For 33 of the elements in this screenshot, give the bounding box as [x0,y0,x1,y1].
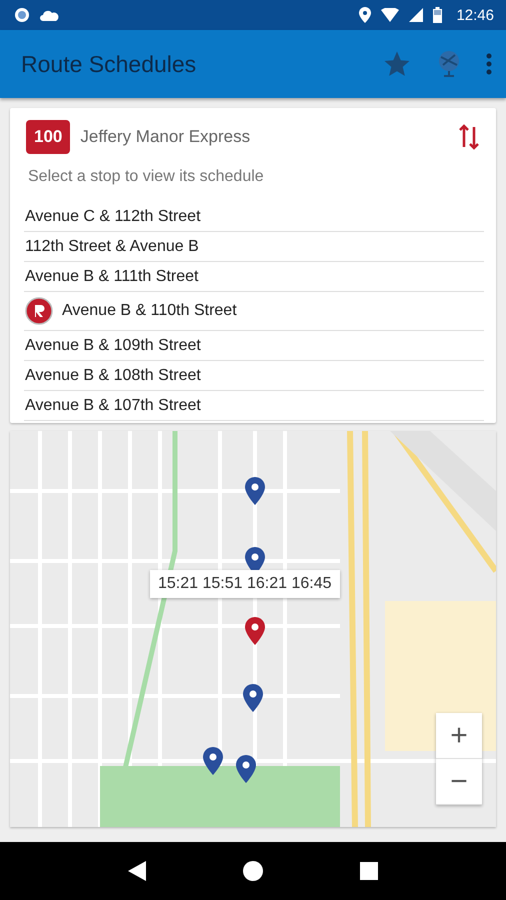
map-pin-icon[interactable] [236,755,256,783]
circle-icon [14,7,30,23]
map-pin-icon[interactable] [245,477,265,505]
swap-icon[interactable] [458,123,480,151]
stop-row[interactable]: Avenue B & 109th Street [24,331,484,361]
stop-row[interactable]: Avenue C & 112th Street [24,202,484,232]
more-icon[interactable] [486,53,492,75]
schedule-popup: 15:21 15:51 16:21 16:45 [150,570,340,598]
stop-row[interactable]: Avenue B & 111th Street [24,262,484,292]
map-pin-icon[interactable] [245,617,265,645]
screen-title: Route Schedules [21,50,198,78]
cloud-icon [40,9,60,21]
route-number: 100 [26,120,70,154]
route-marker-icon [25,297,53,325]
stop-row[interactable]: Avenue B & 107th Street [24,391,484,421]
signal-icon [409,8,424,22]
hint-text: Select a stop to view its schedule [28,168,265,186]
zoom-in-button[interactable]: + [436,713,482,759]
recents-icon[interactable] [360,862,378,880]
route-name: Jeffery Manor Express [80,127,252,147]
stop-row[interactable]: 112th Street & Avenue B [24,232,484,262]
stop-row[interactable]: Avenue B & 108th Street [24,361,484,391]
star-icon[interactable] [382,49,412,79]
stop-row[interactable]: Avenue B & 110th Street [24,292,484,331]
battery-icon [433,7,442,23]
zoom-out-button[interactable]: − [436,759,482,805]
map-pin-icon[interactable] [203,747,223,775]
back-icon[interactable] [128,861,146,881]
home-icon[interactable] [242,861,263,881]
location-icon [359,7,372,23]
map-pin-icon[interactable] [243,684,263,712]
status-time: 12:46 [456,6,494,24]
wifi-icon [381,8,400,22]
